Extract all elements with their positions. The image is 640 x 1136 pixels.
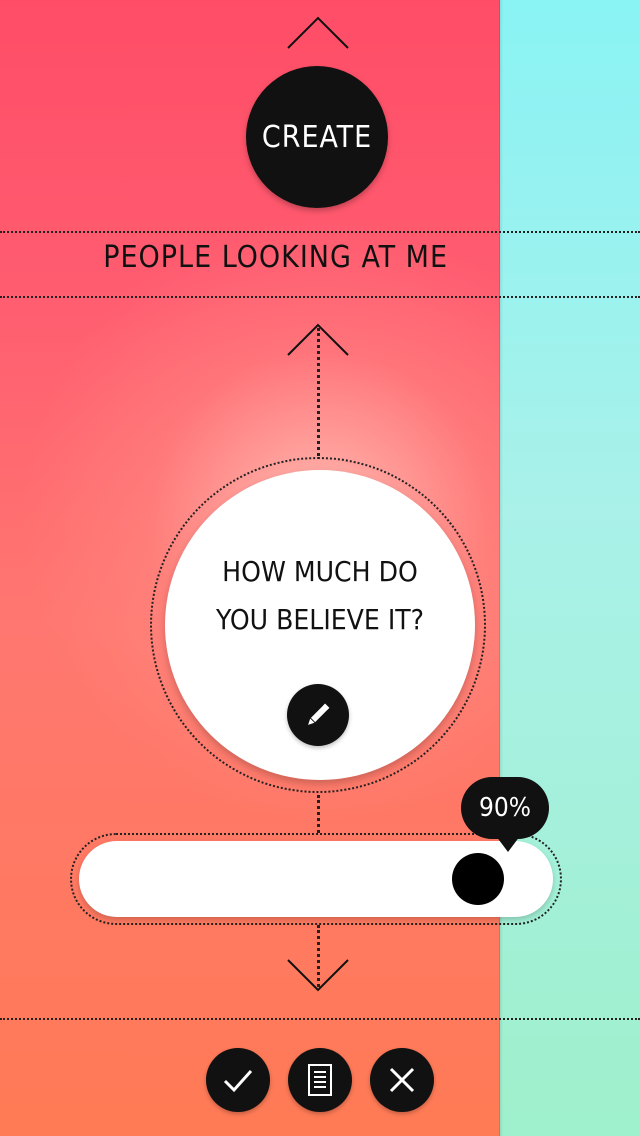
section-divider-bottom (0, 296, 640, 298)
notes-button[interactable] (288, 1048, 352, 1112)
panel-divider (499, 0, 503, 1136)
pencil-icon (308, 703, 330, 725)
create-button[interactable]: Create (246, 66, 388, 208)
right-panel[interactable] (500, 0, 640, 1136)
edit-button[interactable] (287, 684, 349, 746)
chevron-down-icon[interactable] (286, 958, 350, 994)
connector-line-middle (317, 795, 320, 833)
section-title: People looking at me (103, 240, 448, 275)
slider-value-bubble: 90% (461, 777, 549, 839)
check-icon (223, 1069, 253, 1093)
footer-divider (0, 1018, 640, 1020)
section-divider-top (0, 231, 640, 233)
confirm-button[interactable] (206, 1048, 270, 1112)
question-line-1: How much do (222, 555, 418, 588)
close-button[interactable] (370, 1048, 434, 1112)
question-text: How much do you believe it? (190, 548, 450, 644)
slider-thumb[interactable] (452, 853, 504, 905)
chevron-up-icon[interactable] (286, 14, 350, 50)
slider-value-label: 90% (479, 793, 531, 823)
document-icon (308, 1064, 332, 1096)
bubble-tail (496, 836, 520, 852)
close-icon (389, 1067, 415, 1093)
create-button-label: Create (261, 119, 373, 155)
connector-line-top (317, 328, 320, 456)
question-line-2: you believe it? (216, 603, 424, 636)
